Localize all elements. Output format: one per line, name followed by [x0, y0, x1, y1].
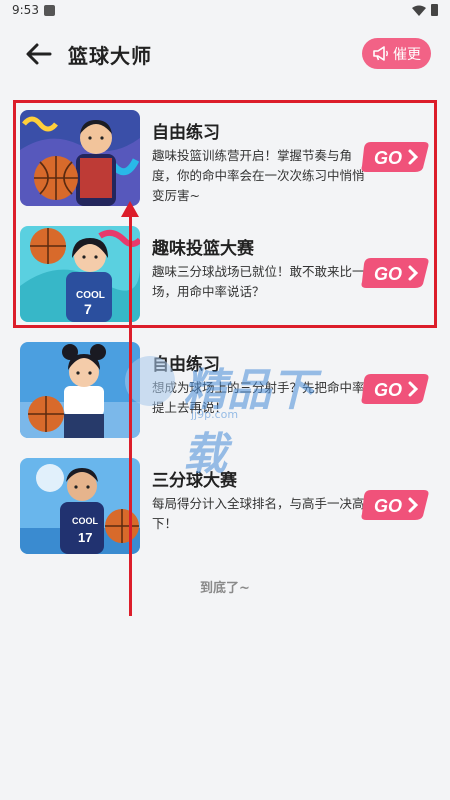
urge-update-button[interactable]: 催更: [362, 38, 431, 69]
annotation-arrow-head-icon: [121, 201, 139, 217]
svg-text:17: 17: [78, 530, 92, 545]
game-thumbnail: COOL 17: [20, 458, 140, 554]
arrow-left-icon: [26, 43, 52, 65]
wifi-icon: [412, 5, 426, 16]
megaphone-icon: [373, 46, 388, 61]
go-button[interactable]: GO: [360, 488, 430, 522]
battery-icon: [431, 4, 438, 16]
annotation-arrow-line: [129, 214, 132, 616]
game-thumbnail: [20, 342, 140, 438]
annotation-highlight-box: [13, 100, 437, 328]
watermark-site: jj9p.com: [191, 408, 239, 421]
urge-update-label: 催更: [393, 46, 421, 63]
go-button-label: GO: [374, 496, 402, 516]
page-title: 篮球大师: [68, 44, 152, 68]
watermark-logo-icon: [125, 356, 175, 406]
svg-text:COOL: COOL: [72, 516, 99, 526]
app-header: 篮球大师 催更: [0, 28, 450, 80]
status-time: 9:53: [12, 3, 39, 17]
watermark: 精品下载 jj9p.com: [125, 352, 355, 480]
go-button-label: GO: [374, 380, 402, 400]
status-bar: 9:53: [0, 0, 450, 22]
go-button[interactable]: GO: [360, 372, 430, 406]
back-button[interactable]: [24, 40, 54, 68]
end-of-list-text: 到底了~: [200, 581, 250, 596]
notification-icon: [44, 5, 55, 16]
game-description: 每局得分计入全球排名，与高手一决高下！: [152, 496, 365, 531]
